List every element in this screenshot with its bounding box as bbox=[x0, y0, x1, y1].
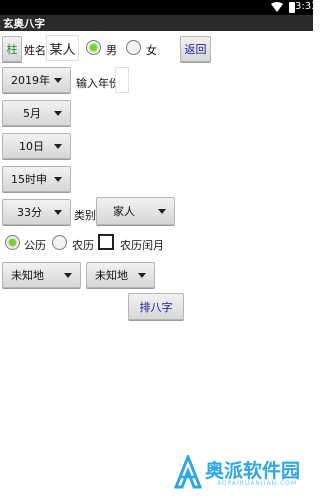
watermark-logo-icon bbox=[174, 455, 202, 489]
gender-male-label[interactable]: 男 bbox=[106, 42, 117, 58]
chevron-down-icon bbox=[54, 111, 62, 116]
chevron-down-icon bbox=[138, 273, 146, 278]
watermark-text: 奥派软件园 bbox=[205, 460, 301, 482]
category-spinner[interactable]: 家人 bbox=[96, 197, 175, 225]
hour-spinner[interactable]: 15时申 bbox=[2, 166, 71, 192]
month-spinner[interactable]: 5月 bbox=[2, 100, 71, 126]
month-value: 5月 bbox=[23, 107, 41, 120]
city-value: 未知地 bbox=[95, 269, 128, 282]
leap-month-checkbox[interactable] bbox=[98, 234, 114, 250]
app-title-bar: 玄奥八字 bbox=[0, 15, 313, 31]
year-input[interactable] bbox=[115, 67, 129, 93]
year-spinner[interactable]: 2019年 bbox=[2, 67, 71, 93]
chevron-down-icon bbox=[54, 144, 62, 149]
city-spinner[interactable]: 未知地 bbox=[86, 262, 155, 288]
back-button-label: 返回 bbox=[184, 43, 207, 56]
status-bar: 3:33 bbox=[0, 0, 318, 15]
chevron-down-icon bbox=[54, 177, 62, 182]
day-value: 10日 bbox=[19, 140, 44, 153]
pillar-button-label: 柱 bbox=[6, 43, 18, 56]
province-value: 未知地 bbox=[11, 269, 44, 282]
name-input-value: 某人 bbox=[49, 42, 76, 58]
gender-female-radio[interactable] bbox=[126, 40, 141, 55]
compute-bazi-button[interactable]: 排八字 bbox=[128, 293, 184, 320]
year-hint-label: 输入年份 bbox=[76, 77, 120, 90]
gender-female-label[interactable]: 女 bbox=[146, 42, 157, 58]
back-button[interactable]: 返回 bbox=[180, 36, 211, 62]
name-input[interactable]: 某人 bbox=[46, 35, 79, 61]
province-spinner[interactable]: 未知地 bbox=[2, 262, 81, 288]
lunar-calendar-radio[interactable] bbox=[52, 235, 67, 250]
chevron-down-icon bbox=[54, 210, 62, 215]
category-value: 家人 bbox=[113, 205, 135, 218]
minute-value: 33分 bbox=[17, 206, 42, 219]
gender-male-radio[interactable] bbox=[86, 40, 101, 55]
solar-calendar-label[interactable]: 公历 bbox=[24, 237, 46, 253]
lunar-calendar-label[interactable]: 农历 bbox=[72, 237, 94, 253]
minute-spinner[interactable]: 33分 bbox=[2, 199, 71, 225]
watermark-subtext: AOPAIRUANJIAN.COM bbox=[216, 480, 298, 487]
app-title: 玄奥八字 bbox=[3, 18, 45, 30]
category-label: 类别 bbox=[74, 209, 96, 222]
solar-calendar-radio[interactable] bbox=[5, 235, 20, 250]
leap-month-label[interactable]: 农历闰月 bbox=[120, 237, 164, 253]
name-label: 姓名 bbox=[24, 44, 46, 57]
chevron-down-icon bbox=[64, 273, 72, 278]
chevron-down-icon bbox=[54, 78, 62, 83]
status-time: 3:33 bbox=[295, 1, 318, 12]
day-spinner[interactable]: 10日 bbox=[2, 133, 71, 159]
pillar-button[interactable]: 柱 bbox=[2, 36, 22, 62]
hour-value: 15时申 bbox=[11, 173, 47, 186]
compute-bazi-label: 排八字 bbox=[139, 300, 173, 314]
year-value: 2019年 bbox=[11, 74, 50, 87]
wifi-icon bbox=[271, 2, 283, 12]
chevron-down-icon bbox=[158, 209, 166, 214]
